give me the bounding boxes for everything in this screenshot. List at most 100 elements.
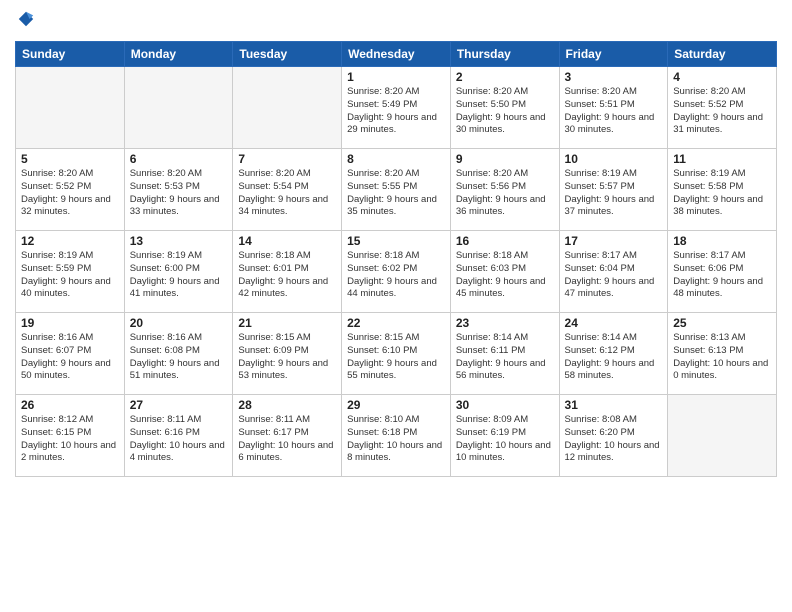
calendar-cell: 2 Sunrise: 8:20 AM Sunset: 5:50 PM Daylig… <box>450 67 559 149</box>
calendar-cell: 10Sunrise: 8:19 AM Sunset: 5:57 PM Dayli… <box>559 149 668 231</box>
calendar-cell: 9 Sunrise: 8:20 AM Sunset: 5:56 PM Daylig… <box>450 149 559 231</box>
day-number: 14 <box>238 234 336 248</box>
week-row-1: 1 Sunrise: 8:20 AM Sunset: 5:49 PM Daylig… <box>16 67 777 149</box>
day-number: 11 <box>673 152 771 166</box>
logo-icon <box>17 10 35 28</box>
day-info: Sunrise: 8:17 AM Sunset: 6:06 PM Dayligh… <box>673 250 771 301</box>
day-info: Sunrise: 8:20 AM Sunset: 5:54 PM Dayligh… <box>238 168 336 219</box>
day-number: 27 <box>130 398 228 412</box>
day-info: Sunrise: 8:16 AM Sunset: 6:08 PM Dayligh… <box>130 332 228 383</box>
calendar-cell: 21 Sunrise: 8:15 AM Sunset: 6:09 PM Dayli… <box>233 313 342 395</box>
day-number: 25 <box>673 316 771 330</box>
day-number: 17 <box>565 234 663 248</box>
calendar-cell: 11 Sunrise: 8:19 AM Sunset: 5:58 PM Dayli… <box>668 149 777 231</box>
weekday-header-row: SundayMondayTuesdayWednesdayThursdayFrid… <box>16 42 777 67</box>
weekday-header-wednesday: Wednesday <box>342 42 451 67</box>
day-info: Sunrise: 8:19 AM Sunset: 5:57 PM Dayligh… <box>565 168 663 219</box>
calendar-cell: 23 Sunrise: 8:14 AM Sunset: 6:11 PM Dayli… <box>450 313 559 395</box>
calendar-cell: 30 Sunrise: 8:09 AM Sunset: 6:19 PM Dayli… <box>450 395 559 477</box>
day-number: 13 <box>130 234 228 248</box>
calendar-cell: 13 Sunrise: 8:19 AM Sunset: 6:00 PM Dayli… <box>124 231 233 313</box>
day-number: 7 <box>238 152 336 166</box>
calendar-cell: 4Sunrise: 8:20 AM Sunset: 5:52 PM Daylig… <box>668 67 777 149</box>
day-info: Sunrise: 8:17 AM Sunset: 6:04 PM Dayligh… <box>565 250 663 301</box>
calendar-cell: 12 Sunrise: 8:19 AM Sunset: 5:59 PM Dayli… <box>16 231 125 313</box>
day-number: 15 <box>347 234 445 248</box>
day-info: Sunrise: 8:15 AM Sunset: 6:09 PM Dayligh… <box>238 332 336 383</box>
calendar-cell: 14 Sunrise: 8:18 AM Sunset: 6:01 PM Dayli… <box>233 231 342 313</box>
calendar-cell: 24 Sunrise: 8:14 AM Sunset: 6:12 PM Dayli… <box>559 313 668 395</box>
calendar-cell: 19 Sunrise: 8:16 AM Sunset: 6:07 PM Dayli… <box>16 313 125 395</box>
day-info: Sunrise: 8:20 AM Sunset: 5:49 PM Dayligh… <box>347 86 445 137</box>
day-number: 24 <box>565 316 663 330</box>
day-info: Sunrise: 8:20 AM Sunset: 5:52 PM Dayligh… <box>21 168 119 219</box>
calendar-cell <box>233 67 342 149</box>
day-info: Sunrise: 8:19 AM Sunset: 6:00 PM Dayligh… <box>130 250 228 301</box>
calendar-cell: 8 Sunrise: 8:20 AM Sunset: 5:55 PM Daylig… <box>342 149 451 231</box>
calendar-cell: 28Sunrise: 8:11 AM Sunset: 6:17 PM Dayli… <box>233 395 342 477</box>
calendar-cell: 22 Sunrise: 8:15 AM Sunset: 6:10 PM Dayli… <box>342 313 451 395</box>
calendar-cell: 31Sunrise: 8:08 AM Sunset: 6:20 PM Dayli… <box>559 395 668 477</box>
day-number: 31 <box>565 398 663 412</box>
week-row-5: 26Sunrise: 8:12 AM Sunset: 6:15 PM Dayli… <box>16 395 777 477</box>
day-number: 9 <box>456 152 554 166</box>
day-info: Sunrise: 8:16 AM Sunset: 6:07 PM Dayligh… <box>21 332 119 383</box>
week-row-2: 5 Sunrise: 8:20 AM Sunset: 5:52 PM Daylig… <box>16 149 777 231</box>
day-info: Sunrise: 8:12 AM Sunset: 6:15 PM Dayligh… <box>21 414 119 465</box>
day-number: 2 <box>456 70 554 84</box>
day-number: 19 <box>21 316 119 330</box>
day-info: Sunrise: 8:20 AM Sunset: 5:53 PM Dayligh… <box>130 168 228 219</box>
calendar-cell: 29 Sunrise: 8:10 AM Sunset: 6:18 PM Dayli… <box>342 395 451 477</box>
calendar-page: SundayMondayTuesdayWednesdayThursdayFrid… <box>0 0 792 612</box>
calendar-cell <box>124 67 233 149</box>
calendar-table: SundayMondayTuesdayWednesdayThursdayFrid… <box>15 41 777 477</box>
calendar-cell <box>16 67 125 149</box>
day-number: 20 <box>130 316 228 330</box>
day-number: 8 <box>347 152 445 166</box>
day-info: Sunrise: 8:19 AM Sunset: 5:58 PM Dayligh… <box>673 168 771 219</box>
calendar-cell: 20 Sunrise: 8:16 AM Sunset: 6:08 PM Dayli… <box>124 313 233 395</box>
day-info: Sunrise: 8:10 AM Sunset: 6:18 PM Dayligh… <box>347 414 445 465</box>
weekday-header-sunday: Sunday <box>16 42 125 67</box>
day-info: Sunrise: 8:14 AM Sunset: 6:11 PM Dayligh… <box>456 332 554 383</box>
calendar-cell: 25 Sunrise: 8:13 AM Sunset: 6:13 PM Dayli… <box>668 313 777 395</box>
day-info: Sunrise: 8:18 AM Sunset: 6:01 PM Dayligh… <box>238 250 336 301</box>
day-info: Sunrise: 8:15 AM Sunset: 6:10 PM Dayligh… <box>347 332 445 383</box>
day-number: 30 <box>456 398 554 412</box>
calendar-cell: 15 Sunrise: 8:18 AM Sunset: 6:02 PM Dayli… <box>342 231 451 313</box>
calendar-cell <box>668 395 777 477</box>
calendar-cell: 6 Sunrise: 8:20 AM Sunset: 5:53 PM Daylig… <box>124 149 233 231</box>
day-info: Sunrise: 8:14 AM Sunset: 6:12 PM Dayligh… <box>565 332 663 383</box>
calendar-cell: 26Sunrise: 8:12 AM Sunset: 6:15 PM Dayli… <box>16 395 125 477</box>
calendar-cell: 17 Sunrise: 8:17 AM Sunset: 6:04 PM Dayli… <box>559 231 668 313</box>
day-info: Sunrise: 8:20 AM Sunset: 5:51 PM Dayligh… <box>565 86 663 137</box>
week-row-3: 12 Sunrise: 8:19 AM Sunset: 5:59 PM Dayli… <box>16 231 777 313</box>
day-number: 23 <box>456 316 554 330</box>
day-number: 28 <box>238 398 336 412</box>
weekday-header-saturday: Saturday <box>668 42 777 67</box>
week-row-4: 19 Sunrise: 8:16 AM Sunset: 6:07 PM Dayli… <box>16 313 777 395</box>
day-number: 12 <box>21 234 119 248</box>
day-info: Sunrise: 8:19 AM Sunset: 5:59 PM Dayligh… <box>21 250 119 301</box>
day-info: Sunrise: 8:20 AM Sunset: 5:56 PM Dayligh… <box>456 168 554 219</box>
day-info: Sunrise: 8:09 AM Sunset: 6:19 PM Dayligh… <box>456 414 554 465</box>
day-info: Sunrise: 8:11 AM Sunset: 6:16 PM Dayligh… <box>130 414 228 465</box>
day-number: 29 <box>347 398 445 412</box>
day-info: Sunrise: 8:20 AM Sunset: 5:55 PM Dayligh… <box>347 168 445 219</box>
calendar-cell: 5 Sunrise: 8:20 AM Sunset: 5:52 PM Daylig… <box>16 149 125 231</box>
day-info: Sunrise: 8:18 AM Sunset: 6:02 PM Dayligh… <box>347 250 445 301</box>
day-info: Sunrise: 8:20 AM Sunset: 5:52 PM Dayligh… <box>673 86 771 137</box>
day-number: 5 <box>21 152 119 166</box>
day-number: 1 <box>347 70 445 84</box>
day-number: 21 <box>238 316 336 330</box>
calendar-cell: 16Sunrise: 8:18 AM Sunset: 6:03 PM Dayli… <box>450 231 559 313</box>
day-info: Sunrise: 8:13 AM Sunset: 6:13 PM Dayligh… <box>673 332 771 383</box>
calendar-cell: 1 Sunrise: 8:20 AM Sunset: 5:49 PM Daylig… <box>342 67 451 149</box>
day-number: 6 <box>130 152 228 166</box>
day-info: Sunrise: 8:20 AM Sunset: 5:50 PM Dayligh… <box>456 86 554 137</box>
day-number: 18 <box>673 234 771 248</box>
logo-text <box>15 10 35 33</box>
day-number: 3 <box>565 70 663 84</box>
day-info: Sunrise: 8:18 AM Sunset: 6:03 PM Dayligh… <box>456 250 554 301</box>
day-number: 22 <box>347 316 445 330</box>
